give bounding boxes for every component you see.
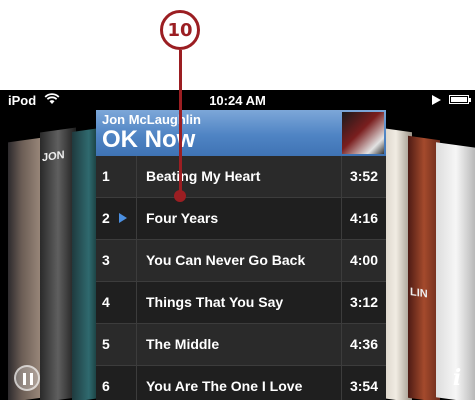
callout-number: 10 xyxy=(167,19,193,41)
track-duration: 4:36 xyxy=(349,336,378,352)
column-divider xyxy=(136,156,137,400)
callout-dot xyxy=(174,190,186,202)
pause-button[interactable] xyxy=(14,365,40,391)
column-divider xyxy=(341,156,342,400)
album-track-list: Jon McLaughlin OK Now 1 Beating My Heart… xyxy=(96,110,386,400)
album-header[interactable]: Jon McLaughlin OK Now xyxy=(96,110,386,156)
track-number: 3 xyxy=(102,252,110,268)
track-duration: 3:12 xyxy=(349,294,378,310)
track-duration: 4:16 xyxy=(349,210,378,226)
play-icon xyxy=(432,95,441,105)
track-number: 5 xyxy=(102,336,110,352)
track-number: 1 xyxy=(102,168,110,184)
track-title: You Are The One I Love xyxy=(146,378,303,394)
track-number: 4 xyxy=(102,294,110,310)
track-row[interactable]: 1 Beating My Heart 3:52 xyxy=(96,156,386,198)
album-cover[interactable] xyxy=(8,137,42,400)
album-art-thumbnail[interactable] xyxy=(342,112,384,154)
track-title: You Can Never Go Back xyxy=(146,252,306,268)
track-title: Four Years xyxy=(146,210,219,226)
callout-badge: 10 xyxy=(160,10,200,50)
track-row-now-playing[interactable]: 2 Four Years 4:16 xyxy=(96,198,386,240)
ipod-screen: iPod 10:24 AM JON LIN Jon McLaughlin OK … xyxy=(0,90,475,400)
album-cover[interactable] xyxy=(436,142,475,400)
artist-name: Jon McLaughlin xyxy=(102,112,201,127)
battery-icon xyxy=(449,95,471,104)
track-row[interactable]: 3 You Can Never Go Back 4:00 xyxy=(96,240,386,282)
album-cover-text: LIN xyxy=(410,286,428,301)
track-title: Things That You Say xyxy=(146,294,284,310)
album-cover[interactable]: JON xyxy=(40,127,76,400)
pause-icon xyxy=(23,373,33,385)
track-row[interactable]: 4 Things That You Say 3:12 xyxy=(96,282,386,324)
now-playing-icon xyxy=(119,213,127,223)
track-number: 6 xyxy=(102,378,110,394)
track-row[interactable]: 6 You Are The One I Love 3:54 xyxy=(96,366,386,400)
album-cover-text: JON xyxy=(42,149,65,165)
track-duration: 3:54 xyxy=(349,378,378,394)
track-row[interactable]: 5 The Middle 4:36 xyxy=(96,324,386,366)
info-button[interactable]: i xyxy=(444,365,470,391)
track-list: 1 Beating My Heart 3:52 2 Four Years 4:1… xyxy=(96,156,386,400)
track-title: Beating My Heart xyxy=(146,168,261,184)
track-title: The Middle xyxy=(146,336,220,352)
status-bar: iPod 10:24 AM xyxy=(0,90,475,110)
track-duration: 4:00 xyxy=(349,252,378,268)
clock: 10:24 AM xyxy=(209,93,266,108)
track-duration: 3:52 xyxy=(349,168,378,184)
callout-line xyxy=(178,50,182,195)
